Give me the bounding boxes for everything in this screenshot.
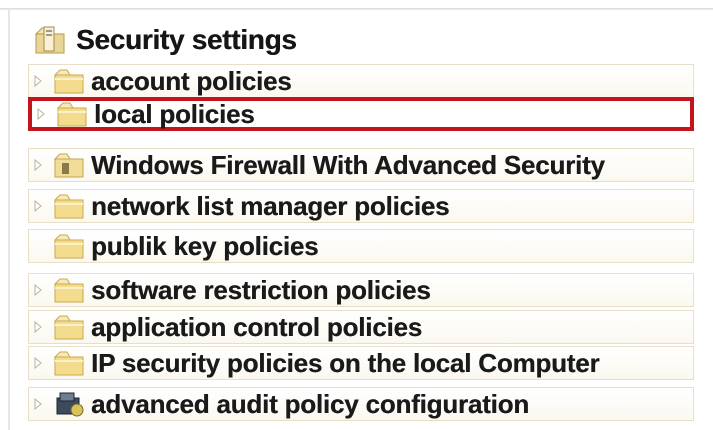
tree-item-label: application control policies bbox=[91, 311, 423, 342]
tree-item-label: software restriction policies bbox=[91, 274, 431, 305]
expand-arrow-icon[interactable] bbox=[29, 190, 47, 222]
folder-icon bbox=[53, 349, 87, 377]
audit-policy-icon bbox=[53, 390, 87, 418]
tree-item-label: network list manager policies bbox=[91, 190, 450, 221]
folder-icon bbox=[56, 100, 90, 128]
folder-icon bbox=[53, 276, 87, 304]
tree-item-row[interactable]: application control policies bbox=[28, 310, 694, 344]
tree-item-row[interactable]: publik key policies bbox=[28, 229, 694, 263]
tree-item-row[interactable]: advanced audit policy configuration bbox=[28, 387, 694, 421]
expand-arrow-icon[interactable] bbox=[29, 347, 47, 379]
expander-placeholder bbox=[29, 230, 47, 262]
tree-item-label: publik key policies bbox=[91, 230, 319, 261]
security-settings-icon bbox=[34, 25, 68, 55]
expand-arrow-icon[interactable] bbox=[29, 274, 47, 306]
folder-icon bbox=[53, 232, 87, 260]
expand-arrow-icon[interactable] bbox=[32, 101, 50, 127]
tree-item-label: account policies bbox=[91, 65, 292, 96]
tree-item-row[interactable]: Windows Firewall With Advanced Security bbox=[28, 148, 694, 182]
expand-arrow-icon[interactable] bbox=[29, 149, 47, 181]
tree-item-row[interactable]: account policies bbox=[28, 64, 694, 98]
panel-left-border bbox=[8, 10, 10, 430]
tree-item-label: Windows Firewall With Advanced Security bbox=[91, 149, 605, 180]
folder-icon bbox=[53, 67, 87, 95]
tree-item-row[interactable]: IP security policies on the local Comput… bbox=[28, 346, 694, 380]
expand-arrow-icon[interactable] bbox=[29, 388, 47, 420]
security-settings-tree-panel: Security settings account policies local … bbox=[0, 0, 713, 430]
firewall-folder-icon bbox=[53, 151, 87, 179]
tree-item-label: local policies bbox=[94, 98, 255, 129]
tree-item-row[interactable]: local policies bbox=[28, 97, 694, 131]
folder-icon bbox=[53, 192, 87, 220]
tree-item-row[interactable]: software restriction policies bbox=[28, 273, 694, 307]
tree-root-security-settings[interactable]: Security settings bbox=[28, 18, 297, 62]
expand-arrow-icon[interactable] bbox=[29, 65, 47, 97]
tree-item-row[interactable]: network list manager policies bbox=[28, 189, 694, 223]
panel-top-border bbox=[0, 8, 713, 10]
tree-item-label: IP security policies on the local Comput… bbox=[91, 347, 600, 378]
tree-item-label: advanced audit policy configuration bbox=[91, 388, 529, 419]
folder-icon bbox=[53, 313, 87, 341]
tree-root-label: Security settings bbox=[76, 24, 297, 55]
expand-arrow-icon[interactable] bbox=[29, 311, 47, 343]
